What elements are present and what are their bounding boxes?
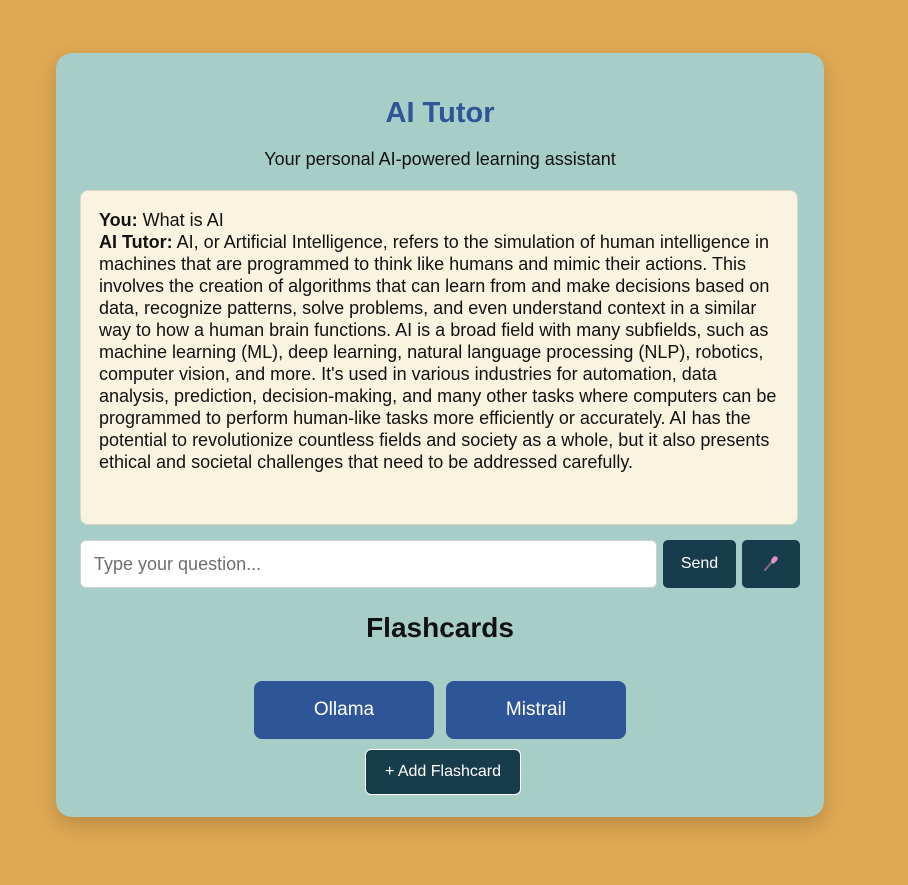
flashcards-title: Flashcards bbox=[366, 612, 514, 643]
page-title: AI Tutor bbox=[385, 97, 495, 129]
flashcard-label: Mistrail bbox=[505, 699, 567, 720]
tutor-panel: AI Tutor Your personal AI-powered learni… bbox=[56, 53, 824, 817]
chat-message-text: AI, or Artificial Intelligence, refers t… bbox=[99, 232, 777, 472]
microphone-icon bbox=[762, 554, 780, 575]
flashcard[interactable]: Ollama bbox=[254, 681, 434, 739]
chat-history: You: What is AI AI Tutor: AI, or Artific… bbox=[80, 190, 798, 525]
question-input[interactable] bbox=[80, 540, 657, 588]
flashcard[interactable]: Mistrail bbox=[446, 681, 626, 739]
chat-speaker-label: AI Tutor: bbox=[99, 232, 173, 252]
microphone-button[interactable] bbox=[742, 540, 800, 588]
question-input-row: Send bbox=[80, 540, 800, 588]
add-flashcard-button[interactable]: + Add Flashcard bbox=[365, 749, 521, 795]
chat-message-tutor: AI Tutor: AI, or Artificial Intelligence… bbox=[99, 231, 779, 473]
page-subtitle: Your personal AI-powered learning assist… bbox=[264, 149, 616, 169]
flashcard-label: Ollama bbox=[313, 699, 375, 720]
send-button[interactable]: Send bbox=[663, 540, 736, 588]
chat-message-text: What is AI bbox=[142, 210, 224, 230]
chat-message-user: You: What is AI bbox=[99, 209, 779, 231]
chat-speaker-label: You: bbox=[99, 210, 138, 230]
